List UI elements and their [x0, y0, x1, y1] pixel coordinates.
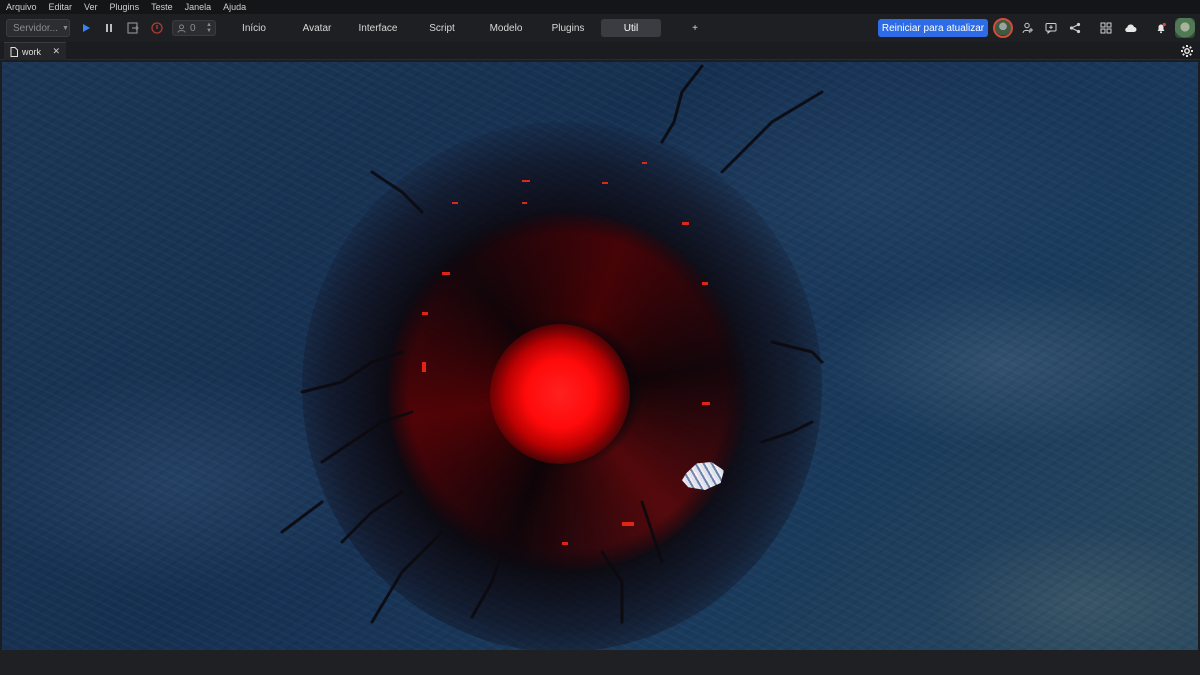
tab-util[interactable]: Util: [601, 19, 661, 37]
cloud-icon[interactable]: [1122, 20, 1138, 36]
tab-script[interactable]: Script: [420, 19, 464, 37]
tab-modelo[interactable]: Modelo: [484, 19, 528, 37]
share-icon[interactable]: [1067, 20, 1083, 36]
menu-editar[interactable]: Editar: [49, 0, 79, 14]
chevron-down-icon: ▼: [62, 24, 69, 32]
user-icon: [177, 23, 186, 33]
comment-add-icon[interactable]: [1043, 20, 1059, 36]
bottom-bar: [0, 650, 1200, 675]
server-select-label: Servidor...: [13, 22, 59, 34]
profile-avatar[interactable]: [1175, 18, 1195, 38]
tab-inicio[interactable]: Início: [232, 19, 276, 37]
play-icon[interactable]: [78, 20, 94, 36]
collaborate-icon[interactable]: [1098, 20, 1114, 36]
document-tab-work[interactable]: work ✕: [4, 42, 66, 60]
stepper-arrows[interactable]: ▲ ▼: [206, 22, 212, 34]
toolbar: Servidor... ▼ 0 ▲ ▼ Início Avatar Interfa…: [0, 14, 1200, 42]
menu-bar: Arquivo Editar Ver Plugins Teste Janela …: [0, 0, 1200, 14]
document-icon: [10, 46, 18, 57]
menu-janela[interactable]: Janela: [185, 0, 218, 14]
menu-arquivo[interactable]: Arquivo: [6, 0, 43, 14]
add-tab-button[interactable]: +: [686, 19, 704, 37]
player-count-value: 0: [190, 22, 196, 34]
bell-icon[interactable]: [1153, 20, 1169, 36]
exit-icon[interactable]: [125, 20, 141, 36]
menu-plugins[interactable]: Plugins: [110, 0, 146, 14]
pause-icon[interactable]: [101, 20, 117, 36]
document-tab-label: work: [22, 46, 42, 57]
menu-ajuda[interactable]: Ajuda: [223, 0, 252, 14]
player-count-field[interactable]: 0 ▲ ▼: [172, 20, 216, 36]
tab-avatar[interactable]: Avatar: [295, 19, 339, 37]
tab-plugins[interactable]: Plugins: [546, 19, 590, 37]
avatar[interactable]: [993, 18, 1013, 38]
restart-button[interactable]: Reiniciar para atualizar: [878, 19, 988, 37]
gear-icon[interactable]: [1180, 44, 1194, 58]
menu-ver[interactable]: Ver: [84, 0, 104, 14]
red-orb-core: [490, 324, 630, 464]
document-tab-bar: work ✕: [0, 42, 1200, 60]
close-icon[interactable]: ✕: [52, 46, 60, 57]
stop-icon[interactable]: [149, 20, 165, 36]
tab-interface[interactable]: Interface: [354, 19, 402, 37]
server-select[interactable]: Servidor... ▼: [6, 19, 70, 37]
team-create-icon[interactable]: [1020, 20, 1036, 36]
viewport[interactable]: [2, 62, 1198, 650]
menu-teste[interactable]: Teste: [151, 0, 179, 14]
